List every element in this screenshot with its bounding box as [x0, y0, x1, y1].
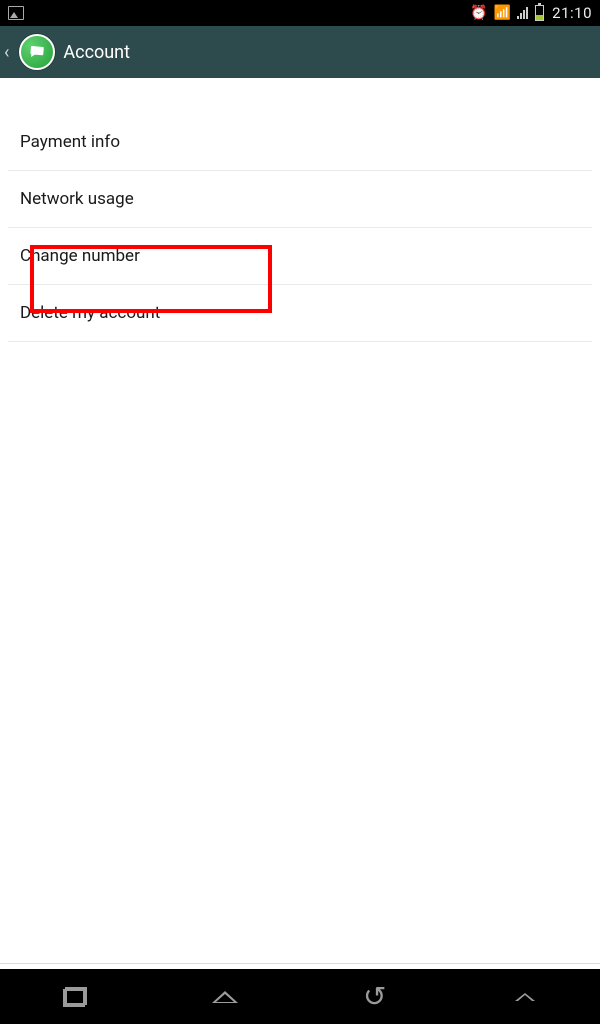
menu-item-delete-my-account[interactable]: Delete my account [8, 285, 592, 342]
menu-item-label: Network usage [20, 189, 134, 209]
settings-list: Payment info Network usage Change number… [0, 114, 600, 342]
menu-item-payment-info[interactable]: Payment info [8, 114, 592, 171]
status-right: ⏰ 📶 21:10 [470, 4, 592, 22]
alarm-icon: ⏰ [470, 5, 487, 21]
back-chevron-icon[interactable]: ‹ [2, 42, 11, 63]
back-button[interactable]: ↻ [345, 977, 405, 1017]
screenshot-notification-icon [8, 6, 24, 20]
recent-apps-icon [63, 987, 87, 1007]
menu-item-label: Payment info [20, 132, 120, 152]
status-left [8, 6, 24, 20]
back-arrow-icon: ↻ [363, 983, 386, 1011]
wifi-icon: 📶 [494, 5, 511, 21]
menu-item-label: Delete my account [20, 303, 160, 323]
menu-button[interactable] [495, 977, 555, 1017]
status-bar: ⏰ 📶 21:10 [0, 0, 600, 26]
home-button[interactable] [195, 977, 255, 1017]
home-icon [212, 991, 238, 1003]
menu-item-label: Change number [20, 246, 140, 266]
navigation-bar: ↻ [0, 969, 600, 1024]
clock: 21:10 [552, 4, 592, 22]
recent-apps-button[interactable] [45, 977, 105, 1017]
menu-item-change-number[interactable]: Change number [8, 228, 592, 285]
app-bar: ‹ Account [0, 26, 600, 78]
menu-caret-icon [515, 993, 535, 1001]
cell-signal-icon [517, 7, 528, 19]
battery-icon [535, 5, 544, 21]
page-title: Account [63, 42, 130, 63]
menu-item-network-usage[interactable]: Network usage [8, 171, 592, 228]
whatsapp-logo-icon[interactable] [19, 34, 55, 70]
